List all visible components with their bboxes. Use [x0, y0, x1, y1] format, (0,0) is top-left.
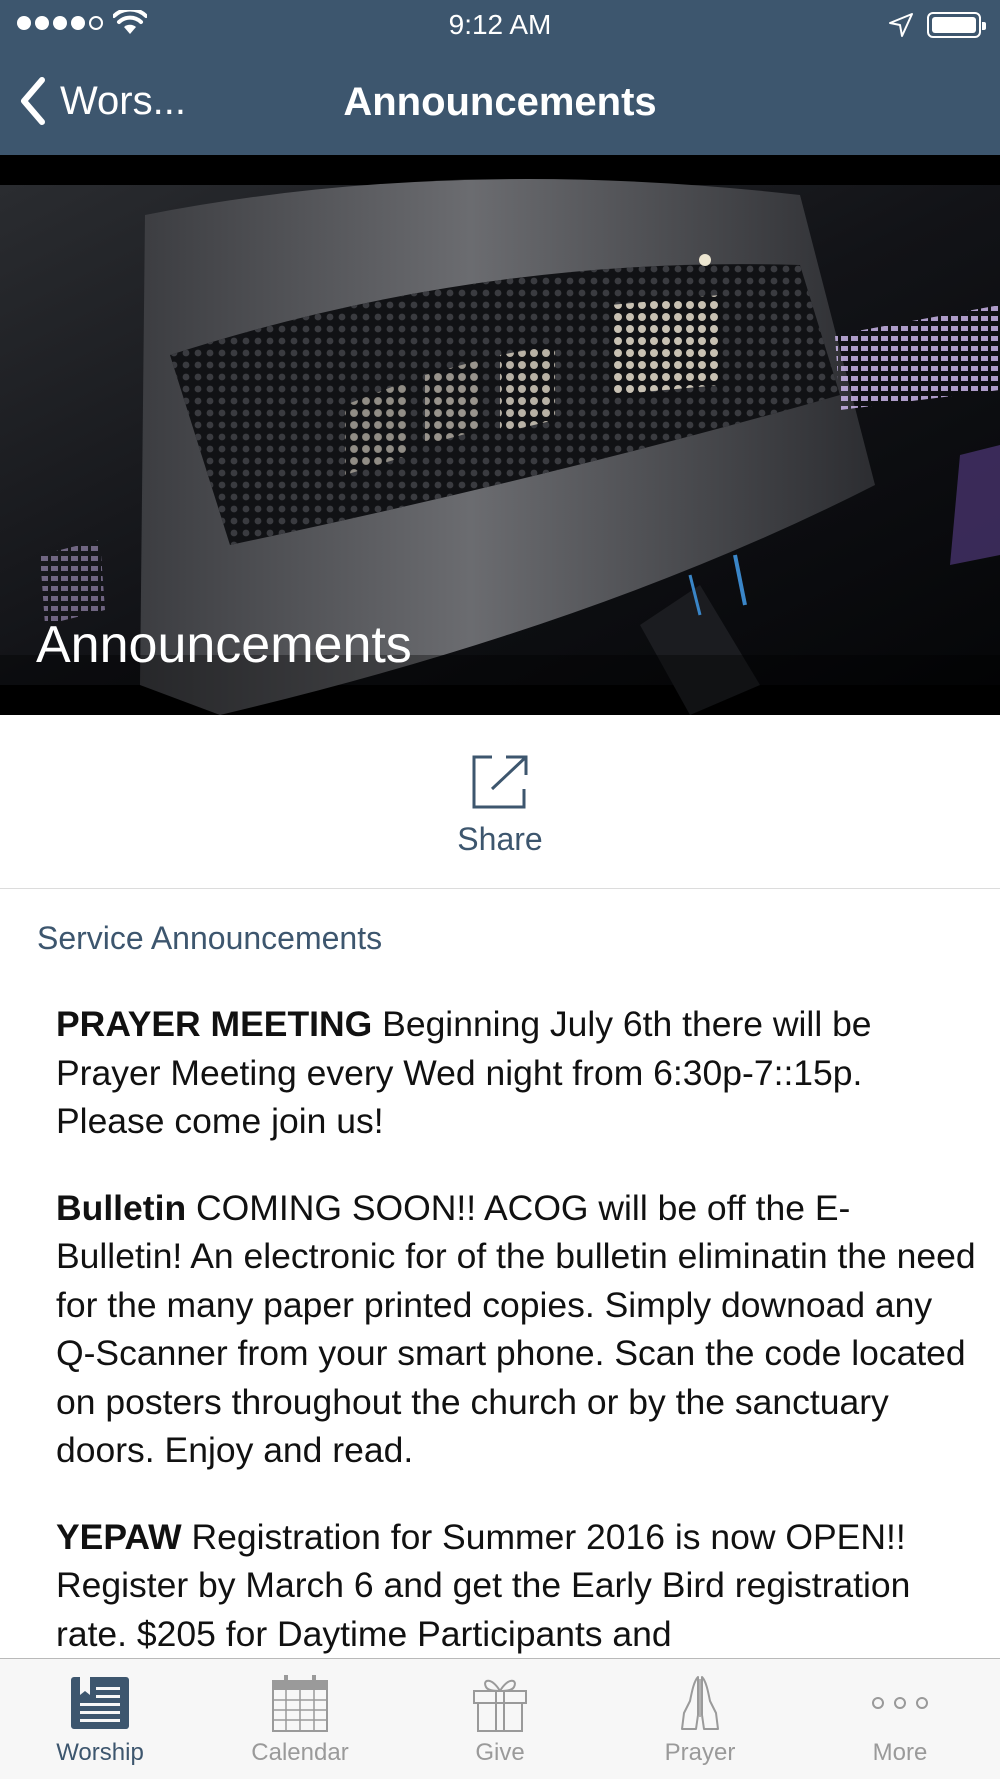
- announcement-text: Registration for Summer 2016 is now OPEN…: [56, 1516, 911, 1654]
- tab-give[interactable]: Give: [400, 1659, 600, 1779]
- nav-header: 9:12 AM Wors... Announcements: [0, 0, 1000, 155]
- section-title: Service Announcements: [37, 920, 383, 956]
- tab-label: More: [872, 1739, 928, 1766]
- calendar-icon: [272, 1675, 328, 1732]
- announcement-heading: Bulletin: [56, 1187, 187, 1228]
- share-button[interactable]: Share: [0, 821, 1000, 858]
- tab-calendar[interactable]: Calendar: [200, 1659, 400, 1779]
- tab-bar: Worship Calendar Give Prayer More: [0, 1658, 1000, 1779]
- announcement-item: YEPAW Registration for Summer 2016 is no…: [56, 1513, 976, 1659]
- tab-label: Prayer: [664, 1739, 736, 1766]
- tab-label: Calendar: [251, 1739, 349, 1766]
- announcements-body: PRAYER MEETING Beginning July 6th there …: [56, 1000, 976, 1696]
- battery-icon: [927, 12, 986, 38]
- status-time: 9:12 AM: [448, 9, 552, 40]
- more-icon: [872, 1697, 928, 1709]
- tab-worship[interactable]: Worship: [0, 1659, 200, 1779]
- announcement-item: Bulletin COMING SOON!! ACOG will be off …: [56, 1184, 976, 1475]
- worship-icon: [71, 1677, 129, 1729]
- gift-icon: [473, 1679, 527, 1732]
- announcement-heading: YEPAW: [56, 1516, 182, 1557]
- share-bar: Share: [0, 715, 1000, 889]
- location-arrow-icon: [889, 13, 913, 37]
- page-title: Announcements: [343, 80, 657, 124]
- tab-prayer[interactable]: Prayer: [600, 1659, 800, 1779]
- tab-more[interactable]: More: [800, 1659, 1000, 1779]
- praying-hands-icon: [681, 1676, 719, 1730]
- announcement-item: PRAYER MEETING Beginning July 6th there …: [56, 1000, 976, 1146]
- announcement-heading: PRAYER MEETING: [56, 1004, 373, 1044]
- share-icon[interactable]: [470, 753, 530, 811]
- hero-title: Announcements: [36, 616, 412, 674]
- hero-banner: Announcements: [0, 155, 1000, 715]
- tab-label: Worship: [56, 1739, 144, 1766]
- announcement-text: COMING SOON!! ACOG will be off the E-Bul…: [56, 1187, 976, 1471]
- tab-label: Give: [475, 1739, 525, 1766]
- status-bar: 9:12 AM: [0, 0, 1000, 50]
